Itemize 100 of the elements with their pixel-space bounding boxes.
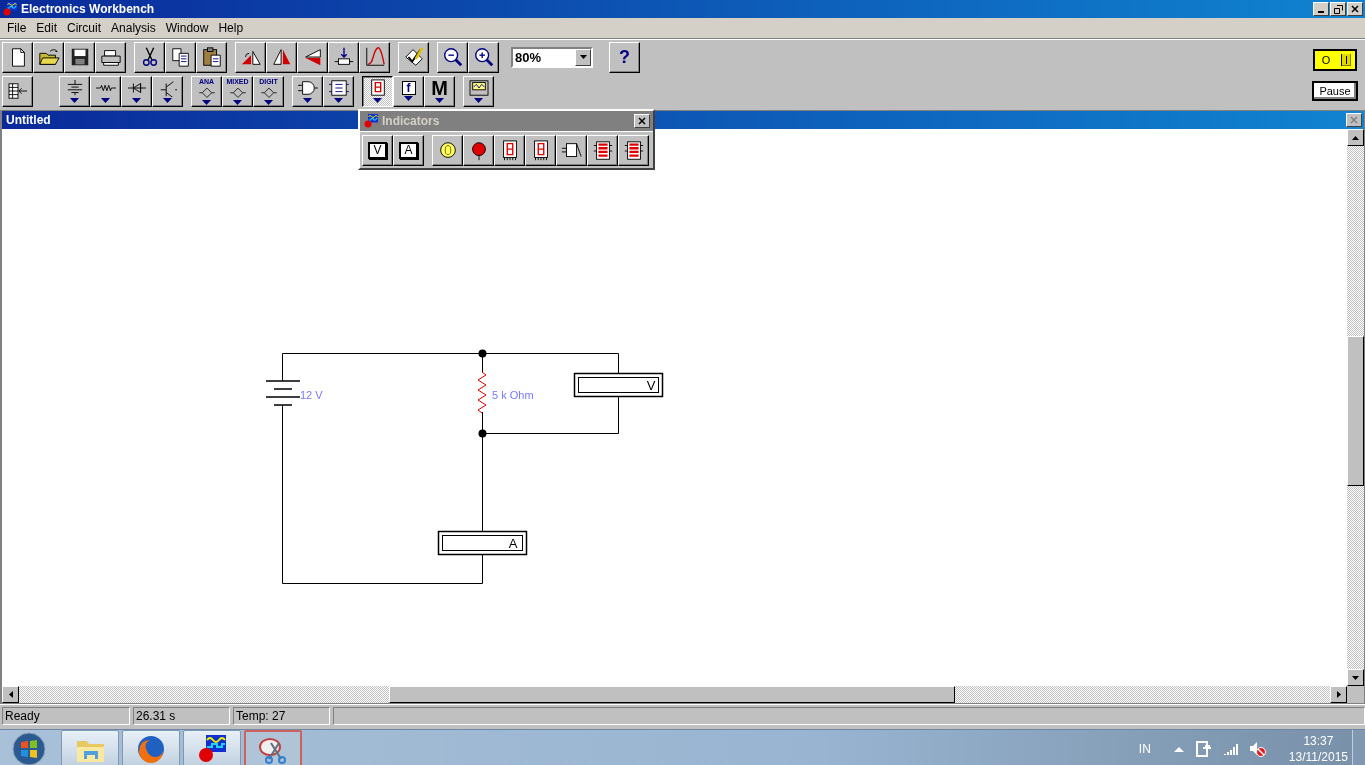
menu-item[interactable]: Analysis xyxy=(106,21,161,35)
gates-bin-button[interactable] xyxy=(292,75,323,107)
instruments-bin-button[interactable] xyxy=(463,75,494,107)
menu-item[interactable]: Edit xyxy=(31,21,63,35)
dropdown-arrow-icon xyxy=(334,98,343,103)
meter-unit-label: V xyxy=(646,378,656,393)
flip-vertical-button[interactable] xyxy=(297,41,328,73)
minimize-button[interactable] xyxy=(1313,2,1329,16)
controls-bin-button[interactable]: f xyxy=(393,75,424,107)
flip-horizontal-button[interactable] xyxy=(266,41,297,73)
paste-button[interactable] xyxy=(196,41,227,73)
dropdown-arrow-icon xyxy=(132,98,141,103)
status-pane: Temp: 27 xyxy=(233,707,330,725)
power-plug-icon[interactable] xyxy=(1194,740,1213,758)
show-hidden-icons-icon[interactable] xyxy=(1172,745,1185,753)
voltmeter-button[interactable]: V xyxy=(362,135,393,166)
vertical-scrollbar[interactable] xyxy=(1347,129,1364,686)
close-icon xyxy=(638,117,646,125)
resistor-symbol xyxy=(477,371,487,414)
dropdown-arrow-icon xyxy=(474,98,483,103)
paste-icon xyxy=(200,46,223,68)
probe-button[interactable] xyxy=(463,135,494,166)
diodes-bin-button[interactable] xyxy=(121,75,152,107)
subcircuit-button[interactable] xyxy=(328,41,359,73)
dropdown-arrow-icon xyxy=(264,99,273,105)
menu-item[interactable]: File xyxy=(2,21,32,35)
copy-icon xyxy=(169,46,192,68)
meter-unit-label: A xyxy=(508,536,518,551)
cut-button[interactable] xyxy=(134,41,165,73)
scroll-right-icon[interactable] xyxy=(1330,686,1347,703)
app-icon xyxy=(363,113,379,129)
bargraph-button[interactable] xyxy=(587,135,618,166)
rotate-button[interactable] xyxy=(235,41,266,73)
transistors-bin-button[interactable] xyxy=(152,75,183,107)
new-button[interactable] xyxy=(2,41,33,73)
sources-bin-button[interactable] xyxy=(59,75,90,107)
bin-toggle-bin-button[interactable] xyxy=(2,75,33,107)
zoom-out-icon xyxy=(441,46,464,68)
app-icon xyxy=(2,1,18,17)
pause-button[interactable]: Pause xyxy=(1312,81,1358,101)
scroll-left-icon[interactable] xyxy=(2,686,19,703)
buzzer-button[interactable] xyxy=(556,135,587,166)
power-switch[interactable]: O I xyxy=(1313,49,1357,71)
bulb-button[interactable] xyxy=(432,135,463,166)
save-button[interactable] xyxy=(64,41,95,73)
close-button[interactable] xyxy=(634,114,650,128)
dropdown-arrow-icon xyxy=(233,99,242,105)
dropdown-arrow-icon xyxy=(404,96,413,101)
print-button[interactable] xyxy=(95,41,126,73)
dropdown-arrow-icon xyxy=(163,98,172,103)
taskbar-app-button[interactable] xyxy=(244,730,302,765)
zoom-in-button[interactable] xyxy=(468,41,499,73)
palette-title: Indicators xyxy=(382,114,441,128)
restore-button[interactable] xyxy=(1330,2,1346,16)
dropdown-arrow-icon xyxy=(101,98,110,103)
signal-icon[interactable] xyxy=(1222,742,1239,756)
open-button[interactable] xyxy=(33,41,64,73)
indicators-bin-button[interactable] xyxy=(362,75,393,107)
menu-item[interactable]: Help xyxy=(213,21,249,35)
menu-item[interactable]: Window xyxy=(160,21,214,35)
taskbar-app-button[interactable] xyxy=(122,730,180,765)
scroll-up-icon[interactable] xyxy=(1347,129,1364,146)
close-icon xyxy=(1350,116,1358,124)
zoom-out-button[interactable] xyxy=(437,41,468,73)
misc-bin-button[interactable]: M xyxy=(424,75,455,107)
close-button[interactable] xyxy=(1346,113,1362,127)
dropdown-arrow-icon xyxy=(373,98,382,103)
start-orb-icon xyxy=(12,732,46,765)
taskbar-app-button[interactable] xyxy=(183,730,241,765)
component-label: 5 k Ohm xyxy=(492,389,534,401)
bin-toggle-icon xyxy=(6,82,29,100)
description-button[interactable] xyxy=(398,41,429,73)
bargraph-decoded-icon xyxy=(622,139,645,162)
basic-bin-button[interactable] xyxy=(90,75,121,107)
zoom-select[interactable]: 80% xyxy=(511,46,593,68)
dropdown-arrow-icon xyxy=(303,98,312,103)
seven-segment-button[interactable] xyxy=(525,135,556,166)
subcircuit-icon xyxy=(332,46,355,68)
battery-symbol xyxy=(265,380,301,406)
junction-dot xyxy=(478,429,487,438)
horizontal-scrollbar[interactable] xyxy=(2,686,1347,703)
copy-button[interactable] xyxy=(165,41,196,73)
seven-segment-decoded-button[interactable] xyxy=(494,135,525,166)
muted-speaker-icon[interactable] xyxy=(1248,741,1267,757)
scroll-down-icon[interactable] xyxy=(1347,669,1364,686)
menu-item[interactable]: Circuit xyxy=(62,21,107,35)
status-pane: 26.31 s xyxy=(133,707,230,725)
digital-bin-button[interactable] xyxy=(323,75,354,107)
zoom-in-icon xyxy=(472,46,495,68)
graph-button[interactable] xyxy=(359,41,390,73)
close-button[interactable] xyxy=(1347,2,1363,16)
junction-dot xyxy=(478,349,487,358)
description-icon xyxy=(402,46,425,68)
dropdown-arrow-icon xyxy=(202,99,211,105)
ammeter-button[interactable]: A xyxy=(393,135,424,166)
digital-icon xyxy=(327,79,350,97)
restore-icon xyxy=(1333,4,1343,14)
status-pane: Ready xyxy=(2,707,130,725)
help-button[interactable]: ? xyxy=(609,41,640,73)
bargraph-decoded-button[interactable] xyxy=(618,135,649,166)
